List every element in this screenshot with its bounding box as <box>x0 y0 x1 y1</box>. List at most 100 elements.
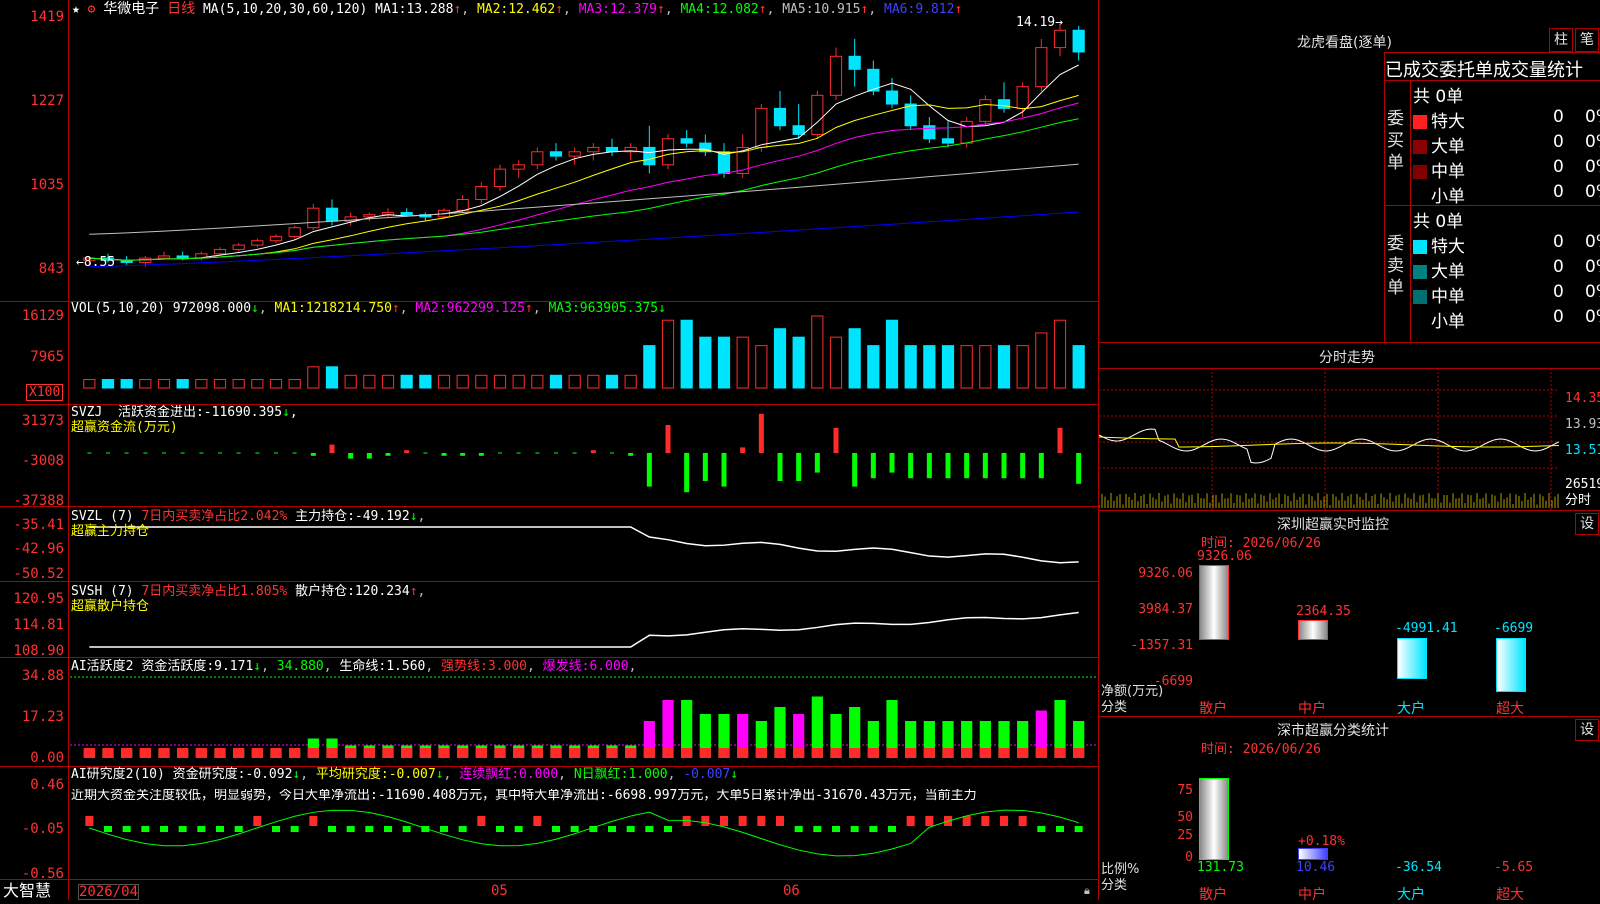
order-count: 0 <box>1553 157 1564 177</box>
research-bar <box>440 826 448 832</box>
sz-settings-button[interactable]: 设 <box>1575 513 1599 535</box>
color-swatch <box>1413 315 1427 329</box>
research-bar <box>794 826 803 832</box>
candle <box>232 244 245 250</box>
divider <box>1099 716 1600 717</box>
sc-y-tick: 50 <box>1177 810 1193 825</box>
volume-bar <box>792 336 805 389</box>
order-pct: 0% <box>1585 282 1600 302</box>
divider <box>1384 52 1600 53</box>
divider <box>1384 205 1600 206</box>
y-tick: -3008 <box>21 453 64 469</box>
arrow-up-icon: ↑ <box>758 2 767 17</box>
activity-base <box>214 748 226 758</box>
volume-bar <box>1035 332 1048 389</box>
flow-bar <box>721 453 727 487</box>
volume-bar <box>848 328 861 389</box>
activity-base <box>83 748 95 758</box>
volume-bar <box>232 379 245 389</box>
activity-base <box>961 748 973 758</box>
vol-unit-badge: X100 <box>26 384 64 401</box>
volume-bar <box>475 374 488 389</box>
research-bar <box>776 816 784 826</box>
candle <box>568 151 581 157</box>
activity-base <box>550 748 562 758</box>
volume-bar <box>923 345 936 389</box>
sc-settings-button[interactable]: 设 <box>1575 719 1599 741</box>
research-bar <box>850 826 859 832</box>
lock-icon[interactable]: 🔒︎ <box>1084 884 1090 898</box>
tabs-text[interactable]: 已成交委托单成交量统计 <box>1385 56 1583 82</box>
sell-total: 共 0单 <box>1413 212 1464 232</box>
activity-base <box>289 748 301 758</box>
gear-icon[interactable]: ⚙ <box>88 2 96 17</box>
candle <box>923 125 936 140</box>
category-bar <box>1496 638 1526 693</box>
activity-base <box>513 748 525 758</box>
flow-bar <box>777 453 783 481</box>
activity-base <box>475 748 487 758</box>
bar-value: -36.54 <box>1395 860 1442 875</box>
flow-bar <box>796 453 802 481</box>
brand-label: 大智慧 <box>3 881 52 900</box>
volume-bar <box>867 345 880 389</box>
arrow-up-icon: ↑ <box>656 2 665 17</box>
volume-bar <box>941 345 955 389</box>
volume-bar <box>568 374 581 389</box>
candle <box>493 168 507 187</box>
tick-mode-button[interactable]: 笔 <box>1575 28 1599 52</box>
volume-bar <box>419 374 432 389</box>
research-bar <box>552 826 560 832</box>
volume-bar <box>437 374 451 389</box>
volume-bar <box>736 336 749 389</box>
volume-bar <box>829 336 843 389</box>
period-label[interactable]: 日线 <box>167 1 195 17</box>
research-bar <box>1000 816 1008 826</box>
flow-bar <box>702 453 708 481</box>
candle <box>512 164 525 170</box>
flow-bar <box>628 453 634 456</box>
activity-base <box>625 748 637 758</box>
stock-name[interactable]: 华微电子 <box>103 1 159 17</box>
order-pct: 0% <box>1585 157 1600 177</box>
y-tick: 1035 <box>30 177 64 193</box>
y-tick: 0.46 <box>30 777 64 793</box>
category-bar <box>1199 778 1229 860</box>
order-type: 小单 <box>1431 187 1465 207</box>
category-label: 大户 <box>1397 887 1425 903</box>
activity-base <box>662 748 674 758</box>
order-type: 小单 <box>1431 312 1465 332</box>
research-bar <box>533 816 542 826</box>
flow-bar <box>1001 453 1007 479</box>
research-bar <box>1056 826 1064 832</box>
ma4-value: 12.082 <box>711 2 759 17</box>
research-bar <box>402 826 411 832</box>
activity-base <box>923 748 935 758</box>
candle <box>1035 47 1048 88</box>
ma3-label: MA3: <box>578 2 611 17</box>
volume-bar <box>269 379 283 389</box>
activity-base <box>681 748 693 758</box>
chart-area[interactable]: ★ ⚙ 华微电子 日线 MA(5,10,20,30,60,120) MA1:13… <box>0 0 1099 900</box>
ma6-value: 9.812 <box>915 2 955 17</box>
bar-mode-button[interactable]: 柱 <box>1549 28 1573 52</box>
color-swatch <box>1413 240 1427 254</box>
category-bar <box>1298 619 1328 640</box>
volume-bar <box>101 379 115 389</box>
research-bar <box>720 816 728 826</box>
research-bar <box>365 826 374 832</box>
svsh-header: SVSH (7) 7日内买卖净占比1.805% 散户持仓:120.234↑, <box>71 584 426 599</box>
volume-bar <box>1072 345 1085 389</box>
activity-base <box>177 748 189 758</box>
research-bar <box>85 816 94 826</box>
activity-base <box>793 748 805 758</box>
order-pct: 0% <box>1585 307 1600 327</box>
candle <box>643 146 656 166</box>
volume-bar <box>717 336 731 389</box>
right-panel: 龙虎看盘(逐单) 柱 笔 已成交委托单成交量统计 委买单 共 0单 特大00%大… <box>1099 0 1600 903</box>
candle <box>587 146 600 153</box>
order-row: 大单 0 0% <box>1413 132 1600 157</box>
volume-bar <box>493 374 507 389</box>
svzl-header: SVZL (7) 7日内买卖净占比2.042% 主力持仓:-49.192↓, <box>71 509 426 524</box>
candle <box>400 212 413 216</box>
